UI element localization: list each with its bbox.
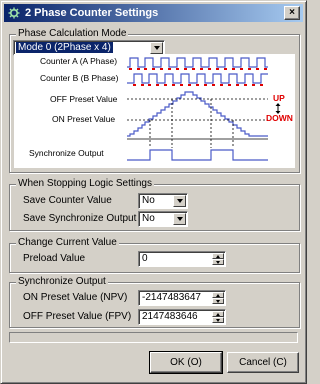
stepper-down-button[interactable] bbox=[212, 317, 224, 323]
label-off-preset: OFF Preset Value bbox=[50, 94, 118, 104]
dialog-window: 2 Phase Counter Settings × Phase Calcula… bbox=[0, 0, 307, 384]
ok-button[interactable]: OK (O) bbox=[149, 351, 223, 374]
save-sync-label: Save Synchronize Output bbox=[23, 213, 137, 224]
preload-label: Preload Value bbox=[23, 253, 86, 264]
label-on-preset: ON Preset Value bbox=[52, 114, 115, 124]
fpv-stepper[interactable]: 2147483646 bbox=[138, 309, 226, 325]
up-label: UP bbox=[273, 93, 285, 103]
stepper-down-button[interactable] bbox=[212, 259, 224, 265]
chevron-down-icon[interactable] bbox=[173, 213, 186, 225]
stopping-group-label: When Stopping Logic Settings bbox=[16, 178, 154, 189]
calc-mode-value: Mode 0 (2Phase x 4) bbox=[16, 42, 113, 53]
fpv-value: 2147483646 bbox=[142, 311, 198, 322]
preload-value: 0 bbox=[142, 253, 148, 264]
status-bar bbox=[9, 332, 298, 343]
sync-output-group-label: Synchronize Output bbox=[16, 276, 108, 287]
label-sync-output: Synchronize Output bbox=[29, 148, 104, 158]
label-counter-a: Counter A (A Phase) bbox=[40, 56, 117, 66]
phase-calc-group-label: Phase Calculation Mode bbox=[16, 28, 129, 39]
save-sync-value: No bbox=[142, 213, 155, 224]
close-button[interactable]: × bbox=[284, 6, 300, 20]
save-counter-label: Save Counter Value bbox=[23, 195, 112, 206]
gear-icon bbox=[7, 6, 21, 20]
window-title: 2 Phase Counter Settings bbox=[25, 7, 159, 19]
preload-value-stepper[interactable]: 0 bbox=[138, 251, 226, 267]
save-counter-value: No bbox=[142, 195, 155, 206]
chevron-down-icon[interactable] bbox=[173, 195, 186, 207]
change-value-group-label: Change Current Value bbox=[16, 237, 119, 248]
save-counter-select[interactable]: No bbox=[138, 193, 188, 209]
fpv-label: OFF Preset Value (FPV) bbox=[23, 311, 132, 322]
save-sync-select[interactable]: No bbox=[138, 211, 188, 227]
label-counter-b: Counter B (B Phase) bbox=[40, 73, 119, 83]
npv-value: -2147483647 bbox=[142, 292, 201, 303]
npv-label: ON Preset Value (NPV) bbox=[23, 292, 128, 303]
npv-stepper[interactable]: -2147483647 bbox=[138, 290, 226, 306]
stepper-down-button[interactable] bbox=[212, 298, 224, 304]
down-label: DOWN bbox=[266, 113, 293, 123]
timing-diagram: Counter A (A Phase) Counter B (B Phase) … bbox=[14, 54, 295, 168]
title-bar[interactable]: 2 Phase Counter Settings × bbox=[4, 4, 303, 22]
close-icon: × bbox=[289, 7, 295, 18]
chevron-down-icon[interactable] bbox=[150, 42, 163, 54]
cancel-button[interactable]: Cancel (C) bbox=[227, 352, 299, 373]
